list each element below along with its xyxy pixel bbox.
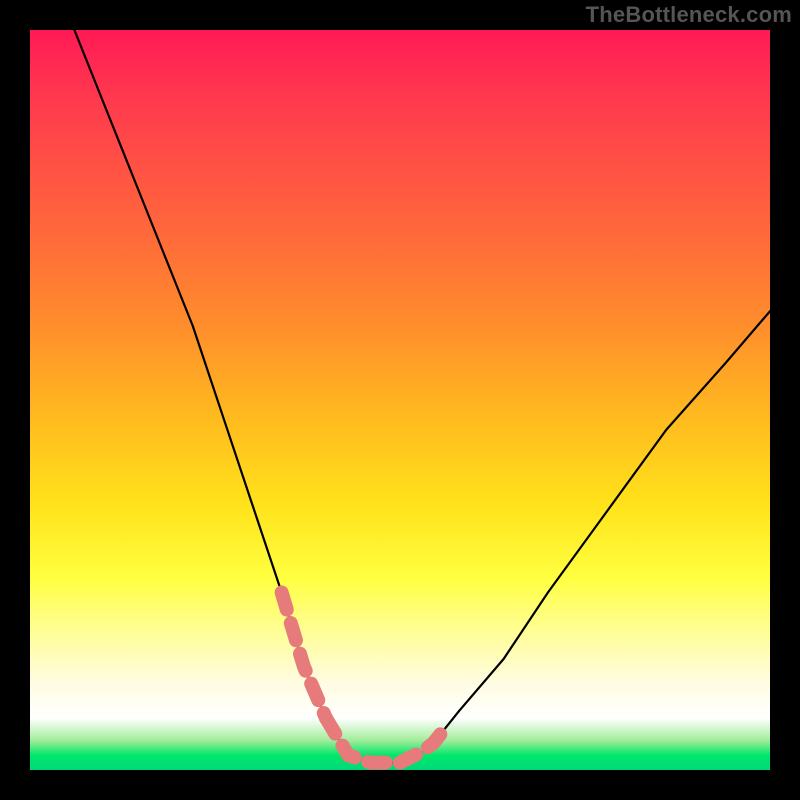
- watermark-text: TheBottleneck.com: [586, 2, 792, 28]
- chart-frame: TheBottleneck.com: [0, 0, 800, 800]
- plot-area: [30, 30, 770, 770]
- gradient-background: [30, 30, 770, 770]
